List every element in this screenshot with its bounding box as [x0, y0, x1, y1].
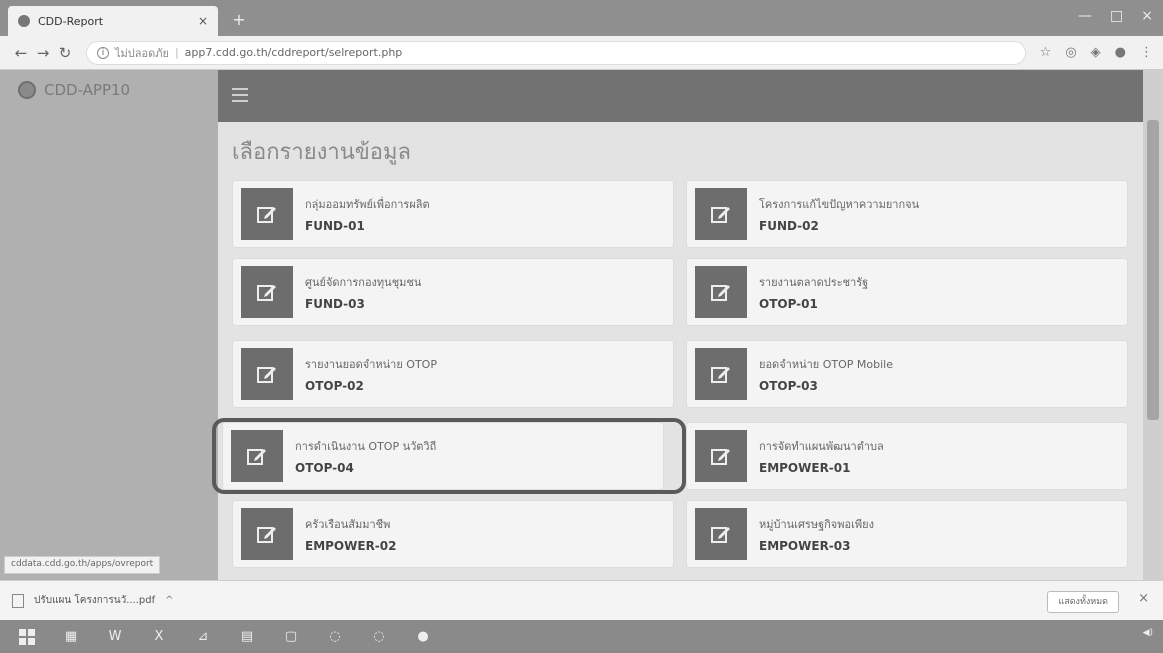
report-name: กลุ่มออมทรัพย์เพื่อการผลิต [305, 198, 430, 211]
report-code: FUND-01 [305, 219, 365, 233]
security-label: ไม่ปลอดภัย [115, 46, 169, 60]
sidebar: CDD-APP10 [0, 70, 218, 580]
browser-toolbar-icons: ☆ ◎ ◈ ● ⋮ [1040, 45, 1153, 60]
report-name: หมู่บ้านเศรษฐกิจพอเพียง [759, 518, 874, 531]
info-icon[interactable]: i [97, 46, 109, 59]
new-tab-button[interactable]: + [228, 10, 250, 30]
download-shelf-close-button[interactable]: × [1138, 591, 1149, 606]
report-name: รายงานยอดจำหน่าย OTOP [305, 358, 437, 371]
edit-icon [695, 508, 747, 560]
calculator-icon[interactable]: ▤ [230, 624, 264, 650]
report-code: OTOP-03 [759, 379, 818, 393]
bookmark-star-icon[interactable]: ☆ [1040, 45, 1052, 60]
brand[interactable]: CDD-APP10 [0, 70, 218, 110]
download-file-name[interactable]: ปรับแผน โครงการนวั....pdf [34, 593, 155, 608]
download-shelf: ปรับแผน โครงการนวั....pdf ^ แสดงทั้งหมด … [0, 580, 1163, 620]
report-code: EMPOWER-01 [759, 461, 851, 475]
profile-avatar-icon[interactable]: ● [1115, 45, 1126, 60]
report-card-fund-03[interactable]: ศูนย์จัดการกองทุนชุมชน FUND-03 [232, 258, 674, 326]
pdf-file-icon [12, 593, 24, 608]
edit-icon [695, 430, 747, 482]
status-url-tooltip: cddata.cdd.go.th/apps/ovreport [4, 556, 161, 574]
browser-tab-bar: CDD-Report × + — □ × [0, 0, 1163, 36]
edit-icon [695, 266, 747, 318]
brand-logo-icon [18, 81, 36, 99]
edit-icon [241, 188, 293, 240]
report-name: ศูนย์จัดการกองทุนชุมชน [305, 276, 422, 289]
report-card-empower-03[interactable]: หมู่บ้านเศรษฐกิจพอเพียง EMPOWER-03 [686, 500, 1128, 568]
tab-title: CDD-Report [38, 14, 104, 28]
url-separator: | [174, 46, 179, 59]
forward-icon[interactable]: → [32, 42, 54, 64]
reload-icon[interactable]: ↻ [54, 42, 76, 64]
report-name: ครัวเรือนสัมมาชีพ [305, 518, 391, 531]
extension-icon[interactable]: ◎ [1065, 45, 1076, 60]
report-code: FUND-02 [759, 219, 819, 233]
page-title: เลือกรายงานข้อมูล [232, 140, 411, 165]
chevron-up-icon[interactable]: ^ [165, 595, 173, 606]
scrollbar-thumb[interactable] [1147, 120, 1159, 420]
file-explorer-icon[interactable]: ▦ [54, 624, 88, 650]
report-name: รายงานตลาดประชารัฐ [759, 276, 869, 289]
system-tray[interactable]: ◀) [1143, 628, 1153, 638]
maximize-button[interactable]: □ [1110, 8, 1123, 24]
address-bar: ← → ↻ i ไม่ปลอดภัย | app7.cdd.go.th/cddr… [0, 36, 1163, 70]
url-input[interactable]: i ไม่ปลอดภัย | app7.cdd.go.th/cddreport/… [86, 40, 1026, 65]
report-card-otop-02[interactable]: รายงานยอดจำหน่าย OTOP OTOP-02 [232, 340, 674, 408]
scanner-icon[interactable]: ⊿ [186, 624, 220, 650]
edit-icon [695, 188, 747, 240]
word-icon[interactable]: W [98, 624, 132, 650]
chrome-icon[interactable]: ● [406, 624, 440, 650]
report-card-empower-02[interactable]: ครัวเรือนสัมมาชีพ EMPOWER-02 [232, 500, 674, 568]
report-code: OTOP-02 [305, 379, 364, 393]
report-code: FUND-03 [305, 297, 365, 311]
edit-icon [241, 348, 293, 400]
brand-name: CDD-APP10 [44, 81, 131, 99]
report-card-empower-01[interactable]: การจัดทำแผนพัฒนาตำบล EMPOWER-01 [686, 422, 1128, 490]
hamburger-menu-icon[interactable] [232, 88, 248, 102]
minimize-button[interactable]: — [1078, 8, 1092, 24]
report-code: EMPOWER-03 [759, 539, 851, 553]
report-card-fund-02[interactable]: โครงการแก้ไขปัญหาความยากจน FUND-02 [686, 180, 1128, 248]
url-text: app7.cdd.go.th/cddreport/selreport.php [184, 46, 403, 59]
app-icon[interactable]: ◌ [318, 624, 352, 650]
highlight-annotation [212, 418, 686, 494]
window-controls: — □ × [1078, 8, 1153, 24]
report-name: โครงการแก้ไขปัญหาความยากจน [759, 198, 920, 211]
edit-icon [241, 508, 293, 560]
browser-tab[interactable]: CDD-Report × [8, 6, 218, 36]
menu-dots-icon[interactable]: ⋮ [1140, 45, 1153, 60]
report-code: OTOP-01 [759, 297, 818, 311]
windows-start-icon[interactable] [10, 624, 44, 650]
favicon-icon [18, 15, 30, 27]
app-window-icon[interactable]: ▢ [274, 624, 308, 650]
windows-taskbar: ▦ W X ⊿ ▤ ▢ ◌ ◌ ● ◀) [0, 620, 1163, 653]
app-top-bar [218, 70, 1143, 122]
tab-close-button[interactable]: × [198, 14, 208, 28]
report-card-otop-01[interactable]: รายงานตลาดประชารัฐ OTOP-01 [686, 258, 1128, 326]
report-code: EMPOWER-02 [305, 539, 397, 553]
report-name: การจัดทำแผนพัฒนาตำบล [759, 440, 884, 453]
show-all-button[interactable]: แสดงทั้งหมด [1047, 591, 1119, 613]
edit-icon [695, 348, 747, 400]
back-icon[interactable]: ← [10, 42, 32, 64]
window-close-button[interactable]: × [1141, 8, 1153, 24]
edit-icon [241, 266, 293, 318]
report-name: ยอดจำหน่าย OTOP Mobile [759, 358, 893, 371]
extension-icon-2[interactable]: ◈ [1091, 45, 1101, 60]
report-card-fund-01[interactable]: กลุ่มออมทรัพย์เพื่อการผลิต FUND-01 [232, 180, 674, 248]
excel-icon[interactable]: X [142, 624, 176, 650]
speaker-icon[interactable]: ◀) [1143, 628, 1153, 638]
report-card-otop-03[interactable]: ยอดจำหน่าย OTOP Mobile OTOP-03 [686, 340, 1128, 408]
app-icon-2[interactable]: ◌ [362, 624, 396, 650]
